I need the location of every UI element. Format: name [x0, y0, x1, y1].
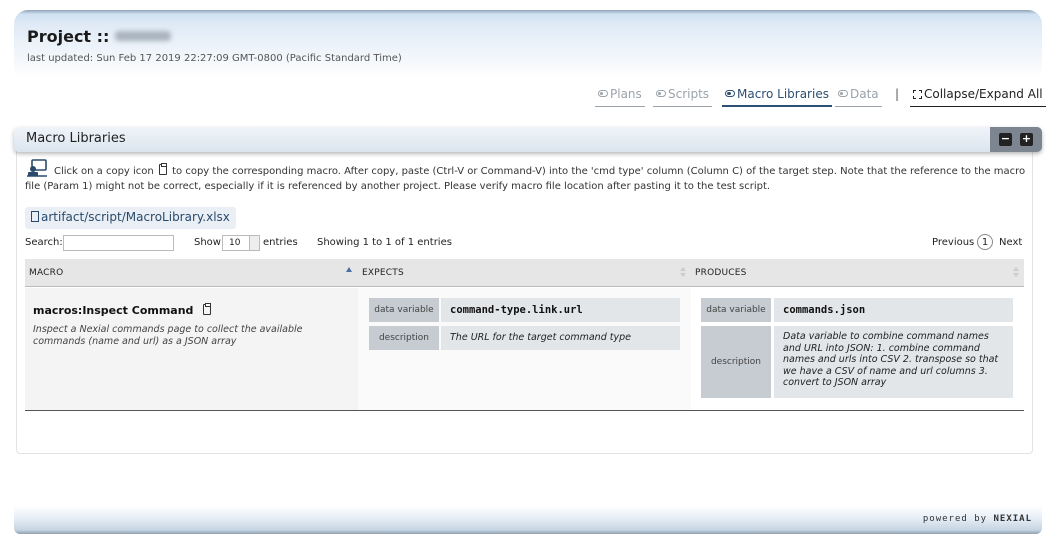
- search-label: Search:: [25, 237, 63, 248]
- expects-data-variable: command-type.link.url: [441, 298, 680, 322]
- expand-icon: [913, 90, 922, 99]
- powered-by-text: powered by: [922, 514, 988, 524]
- collapse-expand-all[interactable]: Collapse/Expand All: [910, 87, 1046, 107]
- project-title: Project ::: [27, 27, 172, 46]
- page-1-button[interactable]: 1: [977, 234, 993, 250]
- macro-file-link[interactable]: artifact/script/MacroLibrary.xlsx: [25, 207, 236, 229]
- previous-button[interactable]: Previous: [932, 237, 974, 248]
- nav-scripts[interactable]: Scripts: [653, 87, 713, 107]
- page-length-select[interactable]: 10: [222, 235, 260, 251]
- section-header-bar: Macro Libraries − +: [14, 127, 1042, 152]
- section-title: Macro Libraries: [26, 131, 126, 146]
- next-button[interactable]: Next: [999, 237, 1022, 248]
- expects-cell: data variable command-type.link.url desc…: [358, 288, 691, 410]
- showing-info: Showing 1 to 1 of 1 entries: [317, 237, 452, 248]
- toggle-off-icon: [838, 90, 848, 97]
- nav-plans-label: Plans: [610, 87, 642, 101]
- macro-name-text: macros:Inspect Command: [33, 304, 194, 317]
- sort-icon: [1013, 267, 1019, 277]
- expects-description: The URL for the target command type: [441, 326, 680, 350]
- produces-cell: data variable commands.json description …: [691, 288, 1024, 410]
- section-controls: − +: [990, 127, 1042, 152]
- document-icon: [31, 211, 39, 222]
- table-row: macros:Inspect Command Inspect a Nexial …: [25, 288, 1024, 411]
- macro-cell: macros:Inspect Command Inspect a Nexial …: [25, 288, 358, 410]
- powered-by: powered by NEXIAL: [923, 514, 1032, 524]
- page-header: Project :: last updated: Sun Feb 17 2019…: [14, 10, 1042, 78]
- entries-label: entries: [263, 237, 298, 248]
- macro-file-path: artifact/script/MacroLibrary.xlsx: [41, 210, 230, 224]
- macro-name: macros:Inspect Command: [33, 303, 213, 317]
- nav-macro-libraries[interactable]: Macro Libraries: [722, 87, 832, 107]
- spinner-icon: [249, 236, 259, 250]
- collapse-button[interactable]: −: [999, 133, 1012, 146]
- toggle-off-icon: [598, 90, 608, 97]
- nav-macro-libraries-label: Macro Libraries: [737, 87, 829, 101]
- page-length-value: 10: [229, 238, 241, 248]
- instructions-part-2: to copy the corresponding macro. After c…: [25, 166, 1026, 192]
- instructions-part-1: Click on a copy icon: [54, 166, 154, 177]
- produces-description-label: description: [701, 326, 771, 398]
- column-header-macro[interactable]: MACRO: [29, 268, 63, 278]
- toggle-on-icon: [725, 90, 735, 97]
- produces-data-variable: commands.json: [774, 298, 1013, 322]
- search-input[interactable]: [63, 235, 174, 251]
- toggle-off-icon: [656, 90, 666, 97]
- sort-asc-icon: [346, 267, 352, 272]
- produces-description: Data variable to combine command names a…: [774, 326, 1013, 398]
- expects-description-label: description: [369, 326, 439, 350]
- copy-macro-icon[interactable]: [203, 303, 212, 315]
- nav-separator: |: [895, 87, 900, 101]
- expects-data-variable-label: data variable: [369, 298, 439, 322]
- show-label: Show: [194, 237, 221, 248]
- brand-logo-text: NEXIAL: [993, 514, 1032, 524]
- page-footer: powered by NEXIAL: [14, 506, 1042, 534]
- nav-scripts-label: Scripts: [668, 87, 710, 101]
- expand-button[interactable]: +: [1020, 133, 1033, 146]
- sort-icon: [680, 267, 686, 277]
- copy-instructions: Click on a copy icon to copy the corresp…: [25, 163, 1030, 194]
- project-title-label: Project ::: [27, 27, 110, 46]
- column-header-produces[interactable]: PRODUCES: [695, 268, 747, 278]
- collapse-expand-label: Collapse/Expand All: [924, 87, 1043, 101]
- redacted-project-name: [115, 31, 172, 41]
- table-header: MACRO EXPECTS PRODUCES: [25, 259, 1024, 287]
- macro-description: Inspect a Nexial commands page to collec…: [33, 324, 303, 347]
- nav-plans[interactable]: Plans: [595, 87, 645, 107]
- produces-data-variable-label: data variable: [701, 298, 771, 322]
- column-header-expects[interactable]: EXPECTS: [362, 268, 404, 278]
- section-nav: Plans Scripts Macro Libraries Data | Col…: [0, 87, 1050, 109]
- clipboard-icon: [158, 163, 167, 175]
- last-updated: last updated: Sun Feb 17 2019 22:27:09 G…: [27, 53, 402, 64]
- nav-data-label: Data: [850, 87, 879, 101]
- nav-data[interactable]: Data: [835, 87, 882, 107]
